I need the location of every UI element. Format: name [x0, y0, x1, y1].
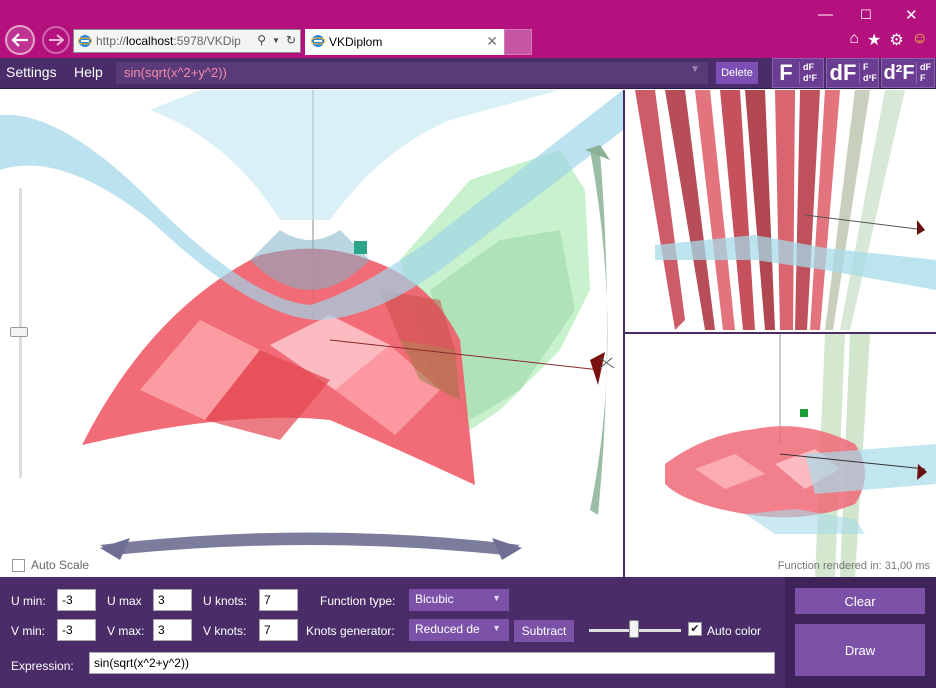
button-sub-bottom: F [920, 73, 926, 83]
address-bar[interactable]: http://localhost:5978/VKDip ⚲ ▼ ↻ [73, 29, 301, 53]
v-max-label: V max: [107, 624, 145, 638]
address-tools: ⚲ ▼ ↻ [257, 33, 296, 47]
v-knots-label: V knots: [203, 624, 247, 638]
address-rest: :5978/VKDip [173, 34, 241, 48]
tab-title: VKDiplom [329, 35, 383, 49]
auto-scale-label: Auto Scale [31, 558, 90, 572]
knots-generator-value: Reduced de [415, 622, 480, 636]
close-window-icon[interactable]: ✕ [905, 6, 918, 24]
u-min-input[interactable]: -3 [57, 589, 96, 611]
button-main-label: dF [829, 60, 857, 85]
button-main-label: F [779, 60, 793, 85]
browser-chrome: http://localhost:5978/VKDip ⚲ ▼ ↻ VKDipl… [0, 0, 936, 58]
close-tab-icon[interactable]: ✕ [486, 33, 498, 50]
smiley-icon[interactable]: ☺ [912, 30, 928, 50]
expression-input[interactable]: sin(sqrt(x^2+y^2)) [89, 652, 775, 674]
function-type-label: Function type: [320, 594, 396, 608]
function-type-dropdown[interactable]: Bicubic ▼ [409, 589, 509, 611]
v-min-label: V min: [11, 624, 46, 638]
function-selector[interactable]: sin(sqrt(x^2+y^2)) ▼ [116, 62, 708, 84]
home-icon[interactable]: ⌂ [849, 30, 859, 50]
menu-settings[interactable]: Settings [6, 64, 57, 80]
auto-color-checkbox[interactable]: ✔ [688, 622, 702, 636]
forward-button[interactable] [42, 26, 70, 54]
knots-generator-dropdown[interactable]: Reduced de ▼ [409, 619, 509, 641]
ie-icon [77, 34, 93, 51]
minimize-icon[interactable]: — [818, 6, 833, 23]
surface-render [0, 90, 623, 560]
delete-button[interactable]: Delete [716, 62, 758, 84]
chevron-down-icon: ▼ [690, 64, 700, 75]
ie-icon [310, 34, 326, 51]
button-sub-bottom: d²F [803, 73, 817, 83]
arrow-right-icon [49, 34, 64, 46]
arrow-left-icon [11, 33, 28, 47]
new-tab-button[interactable] [504, 29, 532, 55]
v-min-input[interactable]: -3 [57, 619, 96, 641]
main-3d-viewport[interactable]: Auto Scale [0, 90, 623, 577]
u-max-label: U max [107, 594, 142, 608]
derivative-viewport-top[interactable] [625, 90, 936, 332]
u-min-label: U min: [11, 594, 46, 608]
derivative-viewport-bottom[interactable]: Function rendered in: 31,00 ms [625, 334, 936, 577]
show-second-derivative-button[interactable]: d²F dF F [881, 58, 935, 88]
u-max-input[interactable]: 3 [153, 589, 192, 611]
maximize-icon[interactable]: ☐ [860, 7, 872, 23]
search-icon[interactable]: ⚲ [257, 33, 266, 47]
derivative-render [665, 334, 936, 577]
menu-help[interactable]: Help [74, 64, 103, 80]
v-max-input[interactable]: 3 [153, 619, 192, 641]
function-selector-value: sin(sqrt(x^2+y^2)) [124, 65, 227, 80]
auto-scale-toggle[interactable]: Auto Scale [12, 558, 89, 572]
button-main-label: d²F [883, 61, 915, 84]
address-scheme: http:// [96, 34, 127, 48]
chevron-down-icon: ▼ [492, 623, 501, 633]
refresh-icon[interactable]: ↻ [286, 33, 296, 47]
draw-button[interactable]: Draw [795, 624, 925, 676]
v-knots-input[interactable]: 7 [259, 619, 298, 641]
favorites-star-icon[interactable]: ★ [867, 30, 881, 50]
button-sub-bottom: d²F [863, 73, 877, 83]
knots-generator-label: Knots generator: [306, 624, 395, 638]
button-sub-top: dF [920, 62, 931, 72]
zoom-slider-thumb[interactable] [10, 327, 28, 337]
button-sub-top: dF [803, 62, 814, 72]
render-time-label: Function rendered in: 31,00 ms [777, 560, 930, 572]
show-first-derivative-button[interactable]: dF F d²F [826, 58, 879, 88]
u-knots-label: U knots: [203, 594, 248, 608]
dropdown-icon[interactable]: ▼ [272, 33, 280, 47]
color-slider-thumb[interactable] [629, 620, 639, 638]
back-button[interactable] [5, 25, 35, 55]
browser-toolbar: ⌂ ★ ⚙ ☺ [849, 30, 928, 50]
gear-icon[interactable]: ⚙ [889, 30, 903, 50]
clear-button[interactable]: Clear [795, 588, 925, 614]
chevron-down-icon: ▼ [492, 593, 501, 603]
auto-scale-checkbox[interactable] [12, 558, 25, 572]
function-type-value: Bicubic [415, 592, 454, 606]
button-sub-top: F [863, 62, 869, 72]
show-function-button[interactable]: F dF d²F [772, 58, 824, 88]
u-knots-input[interactable]: 7 [259, 589, 298, 611]
subtract-button[interactable]: Subtract [514, 620, 574, 642]
auto-color-label: Auto color [707, 624, 762, 638]
address-host: localhost [126, 34, 174, 48]
browser-tab[interactable]: VKDiplom ✕ [305, 29, 504, 55]
expression-label: Expression: [11, 659, 74, 673]
derivative-render [635, 90, 936, 330]
